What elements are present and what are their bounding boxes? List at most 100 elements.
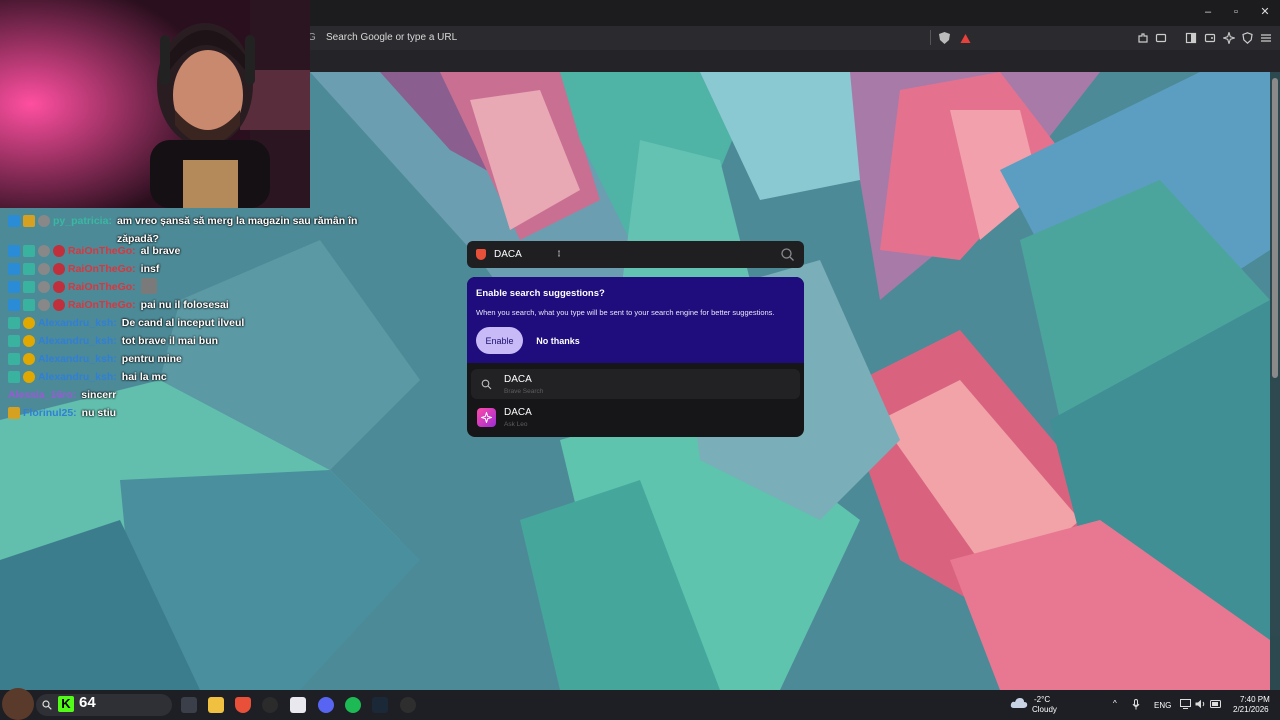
chat-text: pentru mine <box>121 353 182 365</box>
speaker-icon[interactable] <box>1195 699 1206 709</box>
chat-message: Alexandru_ksh: pentru mine <box>8 350 368 368</box>
chat-username: Alessia_16ro: <box>8 389 77 401</box>
subscriber-badge-icon <box>23 263 35 275</box>
chat-username: Alexandru_ksh: <box>38 353 117 365</box>
streamer-avatar <box>2 688 34 720</box>
display-icon[interactable] <box>1180 699 1191 709</box>
chat-text: pai nu il folosesai <box>140 299 229 311</box>
chat-text: al brave <box>140 245 181 257</box>
microphone-icon[interactable] <box>1132 699 1140 710</box>
chat-text: hai la mc <box>121 371 167 383</box>
clock-date[interactable]: 2/21/2026 <box>1233 705 1269 714</box>
page-scrollbar[interactable] <box>1270 72 1280 690</box>
address-bar-placeholder: Search Google or type a URL <box>326 32 458 43</box>
taskbar-search[interactable] <box>36 694 172 716</box>
chat-username: RaiOnTheGo: <box>68 245 136 257</box>
cloud-icon <box>1010 698 1028 708</box>
new-tab-search-box[interactable] <box>467 241 804 268</box>
chat-text: tot brave il mai bun <box>121 335 219 347</box>
chat-username: Alexandru_ksh: <box>38 317 117 329</box>
coin-badge-icon <box>23 317 35 329</box>
chat-emote <box>140 278 157 294</box>
chat-message: Alexandru_ksh: De cand al inceput ilveul <box>8 314 368 332</box>
menu-icon[interactable] <box>1259 31 1273 45</box>
stream-chat: py_patricia: am vreo șansă să merg la ma… <box>8 212 368 422</box>
subscriber-badge-icon <box>8 317 20 329</box>
mask-badge-icon <box>38 263 50 275</box>
crown-badge-icon <box>8 407 20 419</box>
mask-badge-icon <box>38 299 50 311</box>
subscriber-badge-icon <box>8 371 20 383</box>
subscriber-badge-icon <box>23 281 35 293</box>
search-icon <box>477 375 496 394</box>
chat-message: Florinul25: nu stiu <box>8 404 368 422</box>
chat-text: nu stiu <box>81 407 117 419</box>
chat-message: RaiOnTheGo: insf <box>8 260 368 278</box>
streamer-camera-feed <box>0 0 310 208</box>
vpn-shield-icon[interactable] <box>1240 31 1254 45</box>
battery-icon[interactable] <box>1210 699 1222 709</box>
result-title: DACA <box>504 407 532 418</box>
gifter-badge-icon <box>53 299 65 311</box>
chevron-up-icon[interactable]: ^ <box>1113 699 1117 708</box>
chat-username: Alexandru_ksh: <box>38 335 117 347</box>
chat-username: Alexandru_ksh: <box>38 371 117 383</box>
leo-ai-icon[interactable] <box>1222 31 1236 45</box>
suggestions-prompt-title: Enable search suggestions? <box>476 288 605 299</box>
crown-badge-icon <box>23 215 35 227</box>
screenshot-icon[interactable] <box>1154 31 1168 45</box>
maximize-button[interactable]: ▫ <box>1226 4 1246 20</box>
moderator-badge-icon <box>8 215 20 227</box>
subscriber-badge-icon <box>23 245 35 257</box>
search-result-brave[interactable]: DACA Brave Search <box>471 369 800 399</box>
language-indicator[interactable]: ENG <box>1154 701 1171 710</box>
brave-shields-icon[interactable] <box>937 31 951 45</box>
wallet-icon[interactable] <box>1203 31 1217 45</box>
subscriber-badge-icon <box>8 335 20 347</box>
mask-badge-icon <box>38 215 50 227</box>
sidebar-toggle-icon[interactable] <box>1184 31 1198 45</box>
search-input[interactable] <box>494 245 764 264</box>
extensions-icon[interactable] <box>1136 31 1150 45</box>
clock-time[interactable]: 7:40 PM <box>1240 695 1270 704</box>
weather-description: Cloudy <box>1032 705 1057 714</box>
chat-message: RaiOnTheGo: pai nu il folosesai <box>8 296 368 314</box>
discord-icon[interactable] <box>318 697 334 713</box>
search-icon <box>42 700 52 710</box>
file-explorer-icon[interactable] <box>208 697 224 713</box>
moderator-badge-icon <box>8 263 20 275</box>
minimize-button[interactable]: – <box>1198 4 1218 20</box>
chat-message: RaiOnTheGo: <box>8 278 368 296</box>
chat-username: RaiOnTheGo: <box>68 281 136 293</box>
chat-message: Alessia_16ro: sincerr <box>8 386 368 404</box>
result-subtitle: Ask Leo <box>504 421 528 428</box>
coin-badge-icon <box>23 371 35 383</box>
brave-rewards-icon[interactable] <box>958 31 972 45</box>
address-bar[interactable]: G Search Google or type a URL <box>300 28 980 47</box>
moderator-badge-icon <box>8 281 20 293</box>
github-desktop-icon[interactable] <box>400 697 416 713</box>
brave-browser-icon[interactable] <box>235 697 251 713</box>
chat-message: Alexandru_ksh: hai la mc <box>8 368 368 386</box>
chat-username: RaiOnTheGo: <box>68 299 136 311</box>
enable-suggestions-button[interactable]: Enable <box>476 327 523 354</box>
search-icon[interactable] <box>780 247 795 262</box>
mask-badge-icon <box>38 245 50 257</box>
suggestions-prompt-description: When you search, what you type will be s… <box>476 308 775 317</box>
task-view-icon[interactable] <box>181 697 197 713</box>
obs-icon[interactable] <box>262 697 278 713</box>
chat-username: RaiOnTheGo: <box>68 263 136 275</box>
notepad-icon[interactable] <box>290 697 306 713</box>
scrollbar-thumb[interactable] <box>1272 78 1278 378</box>
no-thanks-button[interactable]: No thanks <box>529 327 587 354</box>
brave-search-engine-icon[interactable] <box>476 249 486 260</box>
kick-viewer-count: 64 <box>79 694 96 711</box>
moderator-badge-icon <box>8 299 20 311</box>
gifter-badge-icon <box>53 245 65 257</box>
gifter-badge-icon <box>53 281 65 293</box>
search-result-leo[interactable]: DACA Ask Leo <box>471 402 800 432</box>
result-title: DACA <box>504 374 532 385</box>
close-window-button[interactable]: ✕ <box>1255 4 1275 20</box>
steam-icon[interactable] <box>372 697 388 713</box>
spotify-icon[interactable] <box>345 697 361 713</box>
